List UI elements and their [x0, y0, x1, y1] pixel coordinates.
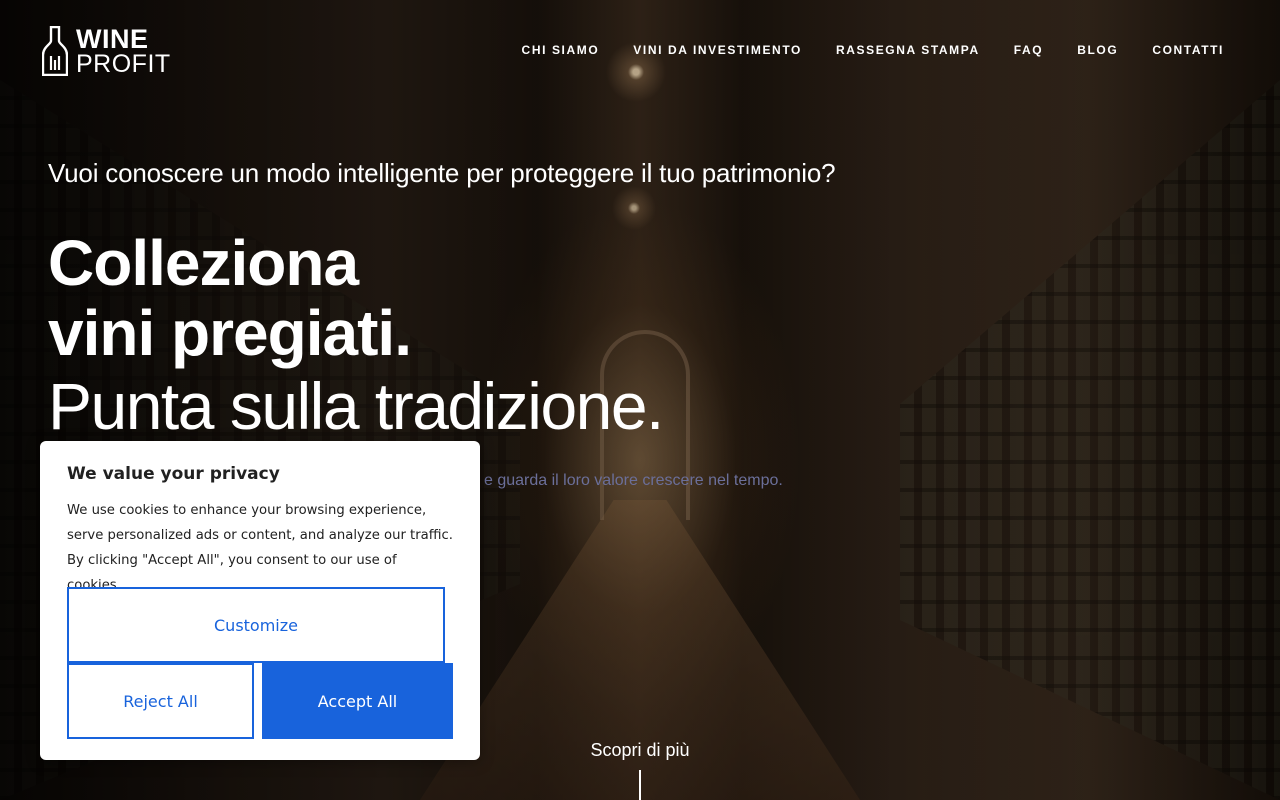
customize-button[interactable]: Customize: [67, 587, 445, 663]
nav-chi-siamo[interactable]: CHI SIAMO: [522, 43, 600, 57]
cookie-consent-banner: We value your privacy We use cookies to …: [40, 441, 480, 760]
hero-title-line-1: Colleziona: [48, 227, 359, 299]
hero-question: Vuoi conoscere un modo intelligente per …: [48, 158, 836, 188]
nav-rassegna-stampa[interactable]: RASSEGNA STAMPA: [836, 43, 980, 57]
nav-faq[interactable]: FAQ: [1014, 43, 1043, 57]
scroll-indicator-line: [639, 770, 641, 800]
logo-wordmark: WINE PROFIT: [76, 23, 171, 78]
nav-blog[interactable]: BLOG: [1077, 43, 1118, 57]
cookie-banner-text: We use cookies to enhance your browsing …: [67, 503, 453, 593]
scroll-more-link[interactable]: Scopri di più: [560, 740, 720, 761]
logo-line-2: PROFIT: [76, 49, 171, 78]
nav-contatti[interactable]: CONTATTI: [1152, 43, 1224, 57]
hero-title-line-3: Punta sulla tradizione.: [48, 369, 664, 443]
hero-subtitle: e guarda il loro valore crescere nel tem…: [484, 472, 783, 489]
wine-bottle-icon: [42, 26, 68, 76]
nav-vini-da-investimento[interactable]: VINI DA INVESTIMENTO: [633, 43, 802, 57]
hero-title-line-2: vini pregiati.: [48, 297, 412, 369]
logo-line-1: WINE: [76, 23, 149, 54]
hero-title: Colleziona vini pregiati. Punta sulla tr…: [48, 227, 664, 443]
site-logo[interactable]: WINE PROFIT: [42, 24, 171, 78]
reject-all-button[interactable]: Reject All: [67, 663, 254, 739]
accept-all-button[interactable]: Accept All: [262, 663, 453, 739]
cookie-banner-title: We value your privacy: [67, 464, 280, 484]
main-navigation: CHI SIAMO VINI DA INVESTIMENTO RASSEGNA …: [522, 43, 1224, 57]
